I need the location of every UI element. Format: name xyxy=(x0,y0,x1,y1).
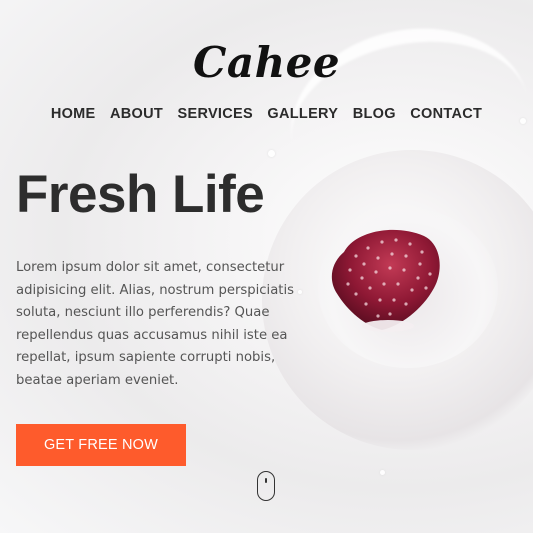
get-free-now-button[interactable]: GET FREE NOW xyxy=(16,424,186,466)
main-navigation: HOME ABOUT SERVICES GALLERY BLOG CONTACT xyxy=(0,105,533,123)
brand-logo[interactable]: Cahee xyxy=(0,38,533,87)
strawberry-image xyxy=(331,229,440,332)
nav-item-blog[interactable]: BLOG xyxy=(353,106,396,122)
milk-drop xyxy=(380,470,385,475)
nav-item-home[interactable]: HOME xyxy=(51,106,96,122)
nav-item-gallery[interactable]: GALLERY xyxy=(267,106,338,122)
hero-headline: Fresh Life xyxy=(16,165,265,224)
mouse-wheel xyxy=(265,478,267,483)
mouse-scroll-icon[interactable] xyxy=(257,471,275,501)
milk-drop xyxy=(268,150,275,157)
nav-item-services[interactable]: SERVICES xyxy=(178,106,253,122)
hero-description: Lorem ipsum dolor sit amet, consectetur … xyxy=(16,260,294,388)
nav-item-contact[interactable]: CONTACT xyxy=(410,106,482,122)
nav-item-about[interactable]: ABOUT xyxy=(110,106,163,122)
